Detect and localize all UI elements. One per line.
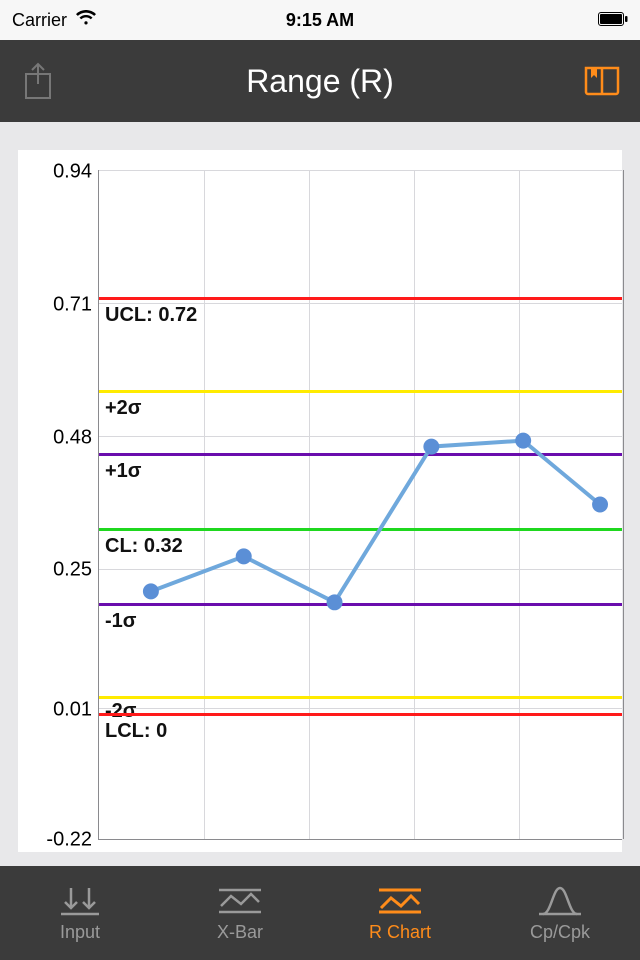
y-tick: 0.71: [53, 294, 92, 317]
y-tick: 0.25: [53, 559, 92, 582]
y-tick: -0.22: [46, 829, 92, 852]
battery-icon: [598, 10, 628, 31]
share-button[interactable]: [18, 61, 58, 101]
tab-cpcpk[interactable]: Cp/Cpk: [480, 866, 640, 960]
y-tick: 0.94: [53, 161, 92, 184]
y-tick: 0.01: [53, 699, 92, 722]
xbar-icon: [217, 884, 263, 918]
cpcpk-icon: [537, 884, 583, 918]
tab-label: R Chart: [369, 922, 431, 943]
rchart-icon: [377, 884, 423, 918]
nav-bar: Range (R): [0, 40, 640, 122]
tab-label: X-Bar: [217, 922, 263, 943]
plot-area: UCL: 0.72 +2σ +1σ CL: 0.32 -1σ -2σ LCL: …: [98, 170, 622, 840]
clock: 9:15 AM: [286, 10, 354, 31]
data-series: [99, 170, 622, 839]
carrier-label: Carrier: [12, 10, 67, 31]
page-title: Range (R): [246, 63, 394, 100]
tab-xbar[interactable]: X-Bar: [160, 866, 320, 960]
tab-rchart[interactable]: R Chart: [320, 866, 480, 960]
y-axis: 0.94 0.71 0.48 0.25 0.01 -0.22: [18, 150, 98, 852]
tab-label: Cp/Cpk: [530, 922, 590, 943]
status-bar: Carrier 9:15 AM: [0, 0, 640, 40]
tab-bar: Input X-Bar R Chart Cp/Cpk: [0, 866, 640, 960]
tab-input[interactable]: Input: [0, 866, 160, 960]
y-tick: 0.48: [53, 427, 92, 450]
bookmark-button[interactable]: [582, 61, 622, 101]
tab-label: Input: [60, 922, 100, 943]
r-chart: 0.94 0.71 0.48 0.25 0.01 -0.22 UCL: 0.72…: [18, 150, 622, 852]
wifi-icon: [75, 10, 97, 31]
input-icon: [57, 884, 103, 918]
